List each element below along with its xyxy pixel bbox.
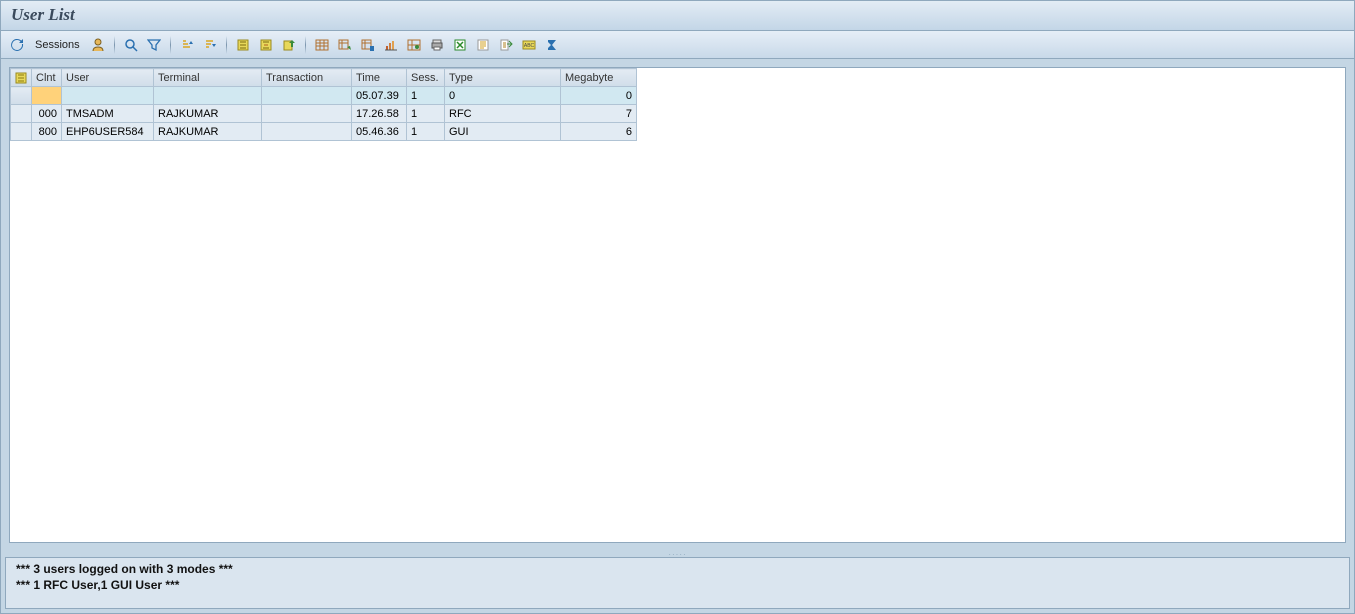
cell-terminal[interactable]: RAJKUMAR [154,123,262,141]
cell-time[interactable]: 05.46.36 [352,123,407,141]
col-type[interactable]: Type [445,69,561,87]
col-time[interactable]: Time [352,69,407,87]
cell-clnt[interactable]: 800 [32,123,62,141]
change-layout-icon[interactable] [404,35,424,55]
toolbar-separator [305,36,306,54]
table-row[interactable]: 000TMSADMRAJKUMAR 17.26.581RFC7 [11,105,637,123]
page-title: User List [1,1,1354,31]
content-area: Clnt User Terminal Transaction Time Sess… [1,59,1354,551]
excel-icon[interactable] [450,35,470,55]
cell-type[interactable]: 0 [445,87,561,105]
cell-time[interactable]: 17.26.58 [352,105,407,123]
col-sess[interactable]: Sess. [407,69,445,87]
print-icon[interactable] [427,35,447,55]
total-icon[interactable] [233,35,253,55]
status-line-2: *** 1 RFC User,1 GUI User *** [16,578,1339,594]
subtotal-icon[interactable] [256,35,276,55]
cell-sess[interactable]: 1 [407,123,445,141]
cell-time[interactable]: 05.07.39 [352,87,407,105]
select-all-header[interactable] [11,69,32,87]
cell-clnt[interactable]: 000 [32,105,62,123]
col-terminal[interactable]: Terminal [154,69,262,87]
sessions-button[interactable]: Sessions [30,39,85,51]
cell-user[interactable]: EHP6USER584 [62,123,154,141]
toolbar-separator [226,36,227,54]
col-mb[interactable]: Megabyte [561,69,637,87]
col-clnt[interactable]: Clnt [32,69,62,87]
cell-mb[interactable]: 7 [561,105,637,123]
cell-terminal[interactable]: RAJKUMAR [154,105,262,123]
toolbar: Sessions [1,31,1354,59]
cell-sess[interactable]: 1 [407,105,445,123]
abc-icon[interactable]: ABC [519,35,539,55]
user-table[interactable]: Clnt User Terminal Transaction Time Sess… [10,68,637,141]
cell-transaction[interactable] [262,123,352,141]
row-selector[interactable] [11,87,32,105]
cell-mb[interactable]: 6 [561,123,637,141]
details-icon[interactable] [121,35,141,55]
status-line-1: *** 3 users logged on with 3 modes *** [16,562,1339,578]
local-file-icon[interactable] [496,35,516,55]
cell-type[interactable]: RFC [445,105,561,123]
refresh-icon[interactable] [7,35,27,55]
toolbar-separator [170,36,171,54]
graphic-icon[interactable] [381,35,401,55]
save-layout-icon[interactable] [358,35,378,55]
user-grid-container: Clnt User Terminal Transaction Time Sess… [9,67,1346,543]
cell-user[interactable] [62,87,154,105]
row-selector[interactable] [11,105,32,123]
sort-asc-icon[interactable] [177,35,197,55]
word-icon[interactable] [473,35,493,55]
cell-user[interactable]: TMSADM [62,105,154,123]
layout-icon[interactable] [312,35,332,55]
cell-transaction[interactable] [262,87,352,105]
select-layout-icon[interactable] [335,35,355,55]
cell-mb[interactable]: 0 [561,87,637,105]
sum-icon[interactable] [542,35,562,55]
table-row[interactable]: 800EHP6USER584RAJKUMAR 05.46.361GUI6 [11,123,637,141]
col-transaction[interactable]: Transaction [262,69,352,87]
cell-type[interactable]: GUI [445,123,561,141]
app-window: User List Sessions [0,0,1355,614]
cell-sess[interactable]: 1 [407,87,445,105]
row-selector[interactable] [11,123,32,141]
cell-terminal[interactable] [154,87,262,105]
export-icon[interactable] [279,35,299,55]
col-user[interactable]: User [62,69,154,87]
filter-icon[interactable] [144,35,164,55]
table-row[interactable]: 05.07.39100 [11,87,637,105]
table-header-row: Clnt User Terminal Transaction Time Sess… [11,69,637,87]
user-icon[interactable] [88,35,108,55]
svg-text:ABC: ABC [524,43,535,49]
status-panel: *** 3 users logged on with 3 modes *** *… [5,557,1350,609]
toolbar-separator [114,36,115,54]
sort-desc-icon[interactable] [200,35,220,55]
cell-clnt[interactable] [32,87,62,105]
cell-transaction[interactable] [262,105,352,123]
